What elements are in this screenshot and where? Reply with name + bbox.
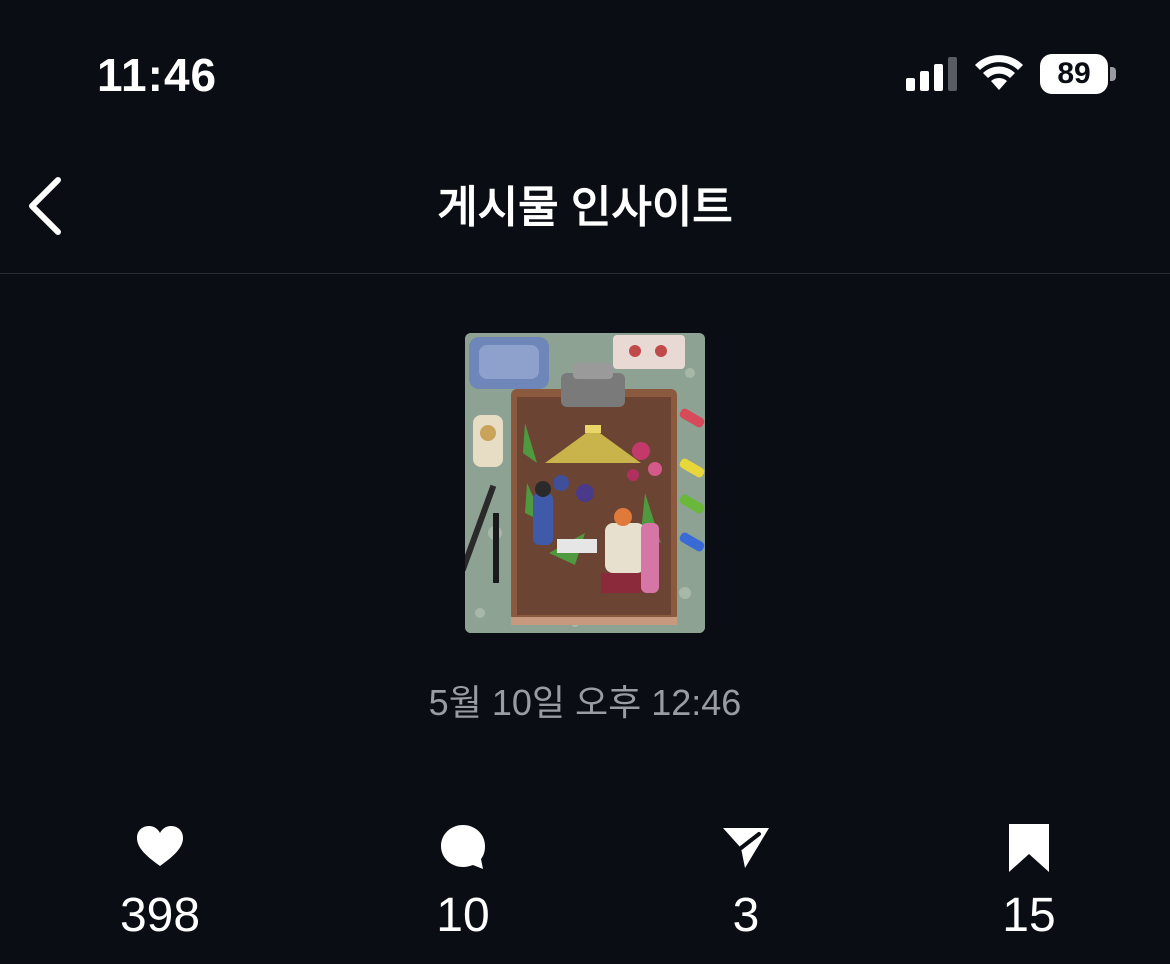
battery-tip [1110, 67, 1116, 81]
post-date: 5월 10일 오후 12:46 [428, 682, 742, 723]
post-image [465, 333, 705, 633]
battery-level: 89 [1040, 54, 1108, 94]
bookmark-icon [1009, 824, 1049, 872]
saves-metric[interactable]: 15 [929, 820, 1129, 944]
likes-metric[interactable]: 398 [60, 820, 260, 944]
header-bar: 게시물 인사이트 [0, 150, 1170, 274]
status-time: 11:46 [97, 49, 218, 101]
heart-icon [137, 826, 183, 866]
send-icon [723, 828, 769, 868]
wifi-icon [975, 55, 1023, 90]
post-thumbnail[interactable] [465, 333, 705, 633]
comments-count: 10 [436, 889, 490, 942]
saves-count: 15 [1002, 889, 1056, 942]
comment-icon [441, 825, 485, 869]
post-insights-screen: 11:46 89 게시물 인사이트 5월 10일 오후 12:46 398 10… [0, 0, 1170, 964]
shares-metric[interactable]: 3 [646, 820, 846, 944]
cellular-signal-icon [906, 57, 957, 91]
comments-metric[interactable]: 10 [363, 820, 563, 944]
likes-count: 398 [119, 889, 201, 942]
shares-count: 3 [732, 889, 760, 942]
battery-icon: 89 [1040, 54, 1118, 94]
page-title: 게시물 인사이트 [437, 183, 733, 232]
